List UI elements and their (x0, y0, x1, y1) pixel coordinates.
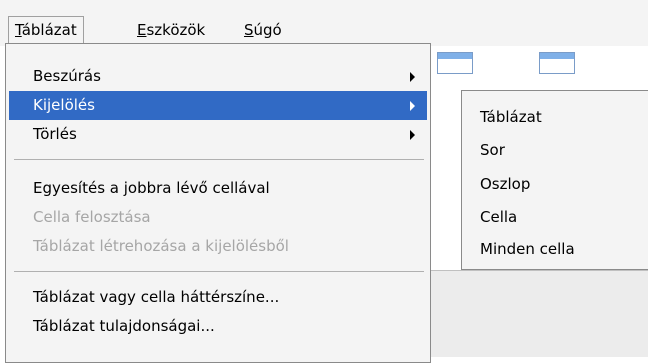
menu-item-merge-right-label: Egyesítés a jobbra lévő cellával (33, 179, 270, 197)
submenu-arrow-icon (410, 72, 415, 82)
submenu-item-table-label: Táblázat (480, 108, 542, 126)
menu-item-select[interactable]: Kijelölés (9, 91, 427, 120)
menu-sugo-accel: S (244, 21, 254, 39)
menu-item-delete-label: Törlés (33, 125, 77, 143)
menu-item-split-cell-label: Cella felosztása (33, 208, 151, 226)
table-menu-dropdown: Beszúrás Kijelölés Törlés Egyesítés a jo… (5, 43, 431, 363)
menu-bar: Táblázat Eszközök Súgó (0, 0, 648, 46)
submenu-item-all-cells-label: Minden cella (480, 240, 575, 258)
submenu-item-cell[interactable]: Cella (480, 202, 517, 232)
menu-sugo[interactable]: Súgó (244, 17, 282, 43)
menu-item-insert-label: Beszúrás (33, 67, 101, 85)
menu-item-select-label: Kijelölés (33, 96, 95, 114)
menu-item-table-properties-label: Táblázat tulajdonságai... (33, 317, 215, 335)
menu-item-table-properties[interactable]: Táblázat tulajdonságai... (9, 312, 427, 341)
submenu-item-column[interactable]: Oszlop (480, 169, 530, 199)
menu-eszkozok-rest: szközök (146, 21, 206, 39)
menu-tablazat-accel: T (15, 21, 22, 39)
menu-item-background-color[interactable]: Táblázat vagy cella háttérszíne... (9, 283, 427, 312)
menu-tablazat-rest: áblázat (21, 21, 77, 39)
table-toolbar-icon[interactable] (437, 52, 473, 74)
menu-item-create-from-selection-label: Táblázat létrehozása a kijelölésből (33, 237, 289, 255)
submenu-item-cell-label: Cella (480, 208, 518, 226)
menu-separator (14, 271, 424, 272)
background-panel (431, 270, 648, 357)
submenu-item-table[interactable]: Táblázat (480, 102, 542, 132)
menu-item-create-from-selection: Táblázat létrehozása a kijelölésből (9, 232, 427, 261)
menu-item-insert[interactable]: Beszúrás (9, 62, 427, 91)
select-submenu: Táblázat Sor Oszlop Cella Minden cella (461, 90, 648, 270)
menu-sugo-rest: úgó (253, 21, 282, 39)
submenu-arrow-icon (410, 101, 415, 111)
menu-item-merge-right[interactable]: Egyesítés a jobbra lévő cellával (9, 174, 427, 203)
submenu-item-all-cells[interactable]: Minden cella (480, 234, 575, 264)
submenu-arrow-icon (410, 130, 415, 140)
menu-item-delete[interactable]: Törlés (9, 120, 427, 149)
menu-eszkozok[interactable]: Eszközök (137, 17, 205, 43)
submenu-item-column-label: Oszlop (480, 175, 531, 193)
menu-separator (14, 159, 424, 160)
toolbar-icon[interactable] (539, 52, 575, 74)
submenu-item-row-label: Sor (480, 141, 505, 159)
menu-item-split-cell: Cella felosztása (9, 203, 427, 232)
menu-item-background-color-label: Táblázat vagy cella háttérszíne... (33, 288, 280, 306)
submenu-item-row[interactable]: Sor (480, 135, 505, 165)
menu-tablazat[interactable]: Táblázat (8, 16, 84, 43)
